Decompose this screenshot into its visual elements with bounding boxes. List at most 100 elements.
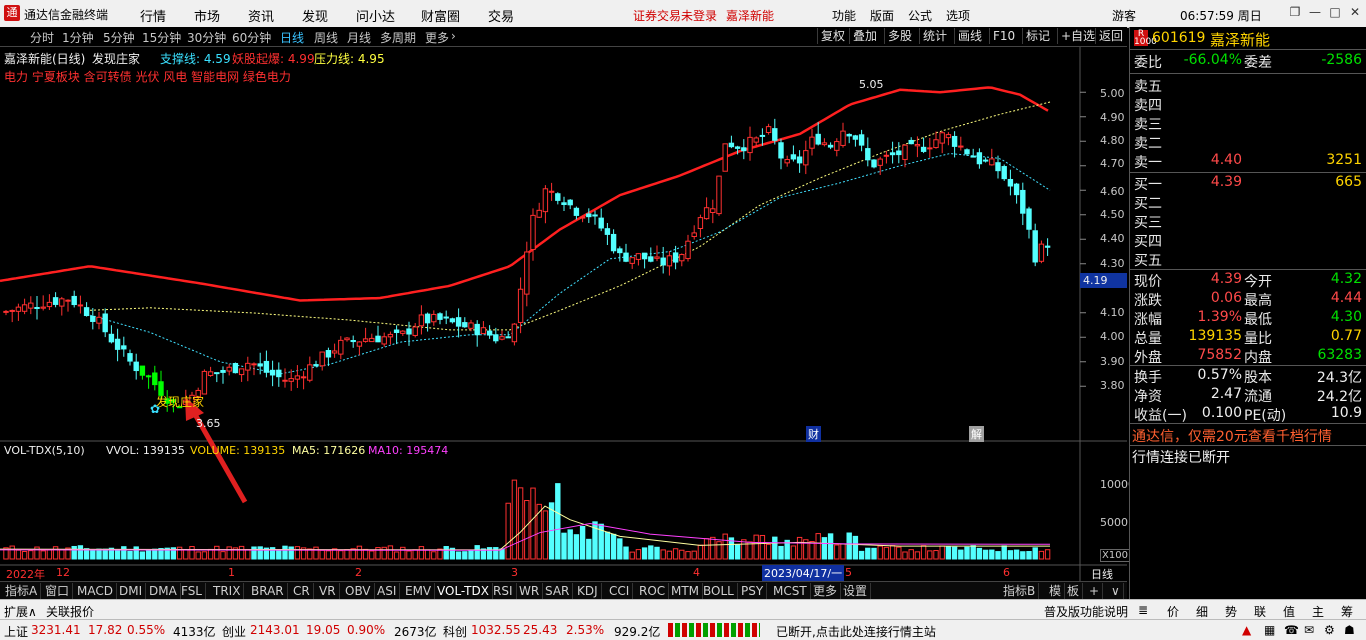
indicator-tab[interactable]: FSL xyxy=(178,583,206,599)
bid-level[interactable]: 买二 xyxy=(1134,193,1364,212)
indicator-name[interactable]: 发现庄家 xyxy=(92,50,140,67)
ask-level[interactable]: 卖二 xyxy=(1134,133,1364,152)
ask-level[interactable]: 卖四 xyxy=(1134,95,1364,114)
restore-icon[interactable]: ❐ xyxy=(1286,5,1304,21)
add-tab-icon[interactable]: + xyxy=(1086,583,1104,599)
finance-mark[interactable]: 财 xyxy=(806,426,821,442)
period-daily[interactable]: 日线 xyxy=(280,29,304,46)
indicator-tab[interactable]: EMV xyxy=(402,583,436,599)
maximize-icon[interactable]: □ xyxy=(1326,5,1344,21)
panel-switch-5[interactable]: 值 xyxy=(1283,603,1295,620)
indicator-tab[interactable]: ROC xyxy=(636,583,670,599)
menu-item-discover[interactable]: 发现 xyxy=(302,6,328,25)
indicator-tab[interactable]: DMA xyxy=(146,583,181,599)
menu-item-trade[interactable]: 交易 xyxy=(488,6,514,25)
indicator-tab[interactable]: DMI xyxy=(116,583,147,599)
menu-item-hq[interactable]: 行情 xyxy=(140,6,166,25)
indicator-tab[interactable]: WR xyxy=(516,583,544,599)
btn-add-watch[interactable]: +自选 xyxy=(1057,28,1098,44)
tab-menu-icon[interactable]: ∨ xyxy=(1108,583,1124,599)
indicator-tab[interactable]: 指标A xyxy=(2,583,42,599)
period-multi[interactable]: 多周期 xyxy=(380,29,416,46)
btn-back[interactable]: 返回 xyxy=(1095,28,1126,44)
vol-indicator-name[interactable]: VOL-TDX(5,10) xyxy=(4,444,85,457)
indicator-tab[interactable]: 更多 xyxy=(810,583,842,599)
minimize-icon[interactable]: — xyxy=(1306,5,1324,21)
indicator-tab[interactable]: BOLL xyxy=(700,583,738,599)
edition-help-link[interactable]: 普及版功能说明 xyxy=(1044,603,1128,620)
sh-index-label[interactable]: 上证 xyxy=(4,623,28,640)
indicator-tab[interactable]: MTM xyxy=(668,583,704,599)
alert-icon[interactable]: ▲ xyxy=(1242,623,1251,637)
indicator-tab-right[interactable]: 模 xyxy=(1046,583,1066,599)
panel-switch-4[interactable]: 联 xyxy=(1254,603,1266,620)
kc-index-label[interactable]: 科创 xyxy=(443,623,467,640)
menu-item-ask[interactable]: 问小达 xyxy=(356,6,395,25)
related-quotes-button[interactable]: 关联报价 xyxy=(46,603,94,620)
quote-stat-row[interactable]: 涨跌 0.06 最高 4.44 xyxy=(1134,290,1364,309)
ask-level[interactable]: 卖一 4.40 3251 xyxy=(1134,152,1364,171)
indicator-tab[interactable]: CR xyxy=(290,583,314,599)
unlock-mark[interactable]: 解 xyxy=(969,426,984,442)
fundamental-row[interactable]: 换手 0.57% 股本 24.3亿 xyxy=(1134,367,1364,386)
indicator-tab[interactable]: CCI xyxy=(606,583,634,599)
upgrade-ad[interactable]: 通达信，仅需20元查看千档行情 xyxy=(1132,426,1332,446)
grid-icon[interactable]: ▦ xyxy=(1264,623,1275,637)
indicator-tab[interactable]: ASI xyxy=(374,583,401,599)
bid-level[interactable]: 买三 xyxy=(1134,212,1364,231)
panel-switch-6[interactable]: 主 xyxy=(1312,603,1324,620)
menu-item-market[interactable]: 市场 xyxy=(194,6,220,25)
btn-multi-stock[interactable]: 多股 xyxy=(884,28,915,44)
panel-switch-0[interactable]: ≣ xyxy=(1138,603,1148,617)
indicator-tab[interactable]: OBV xyxy=(342,583,375,599)
concept-tags[interactable]: 电力 宁夏板块 含可转债 光伏 风电 智能电网 绿色电力 xyxy=(4,68,291,85)
indicator-tab[interactable]: 设置 xyxy=(840,583,872,599)
fundamental-row[interactable]: 收益(一) 0.100 PE(动) 10.9 xyxy=(1134,405,1364,424)
menu-item-options[interactable]: 选项 xyxy=(946,7,970,24)
indicator-tab[interactable]: VOL-TDX xyxy=(434,583,493,599)
period-60min[interactable]: 60分钟 xyxy=(232,29,271,46)
close-icon[interactable]: ✕ xyxy=(1346,5,1364,21)
expand-button[interactable]: 扩展∧ xyxy=(4,603,37,620)
period-more[interactable]: 更多 xyxy=(425,29,449,46)
menu-item-wealth[interactable]: 财富圈 xyxy=(421,6,460,25)
btn-overlay[interactable]: 叠加 xyxy=(849,28,880,44)
indicator-tab[interactable]: 窗口 xyxy=(42,583,74,599)
quote-stat-row[interactable]: 总量 139135 量比 0.77 xyxy=(1134,328,1364,347)
quote-stat-row[interactable]: 涨幅 1.39% 最低 4.30 xyxy=(1134,309,1364,328)
indicator-tab[interactable]: PSY xyxy=(738,583,768,599)
period-fenshi[interactable]: 分时 xyxy=(30,29,54,46)
ask-level[interactable]: 卖三 xyxy=(1134,114,1364,133)
bid-level[interactable]: 买四 xyxy=(1134,231,1364,250)
period-30min[interactable]: 30分钟 xyxy=(187,29,226,46)
indicator-tab[interactable]: MACD xyxy=(74,583,117,599)
cy-index-label[interactable]: 创业 xyxy=(222,623,246,640)
menu-item-news[interactable]: 资讯 xyxy=(248,6,274,25)
indicator-tab-right[interactable]: 指标B xyxy=(1000,583,1040,599)
quote-stat-row[interactable]: 现价 4.39 今开 4.32 xyxy=(1134,271,1364,290)
indicator-tab-right[interactable]: 板 xyxy=(1064,583,1084,599)
panel-switch-3[interactable]: 势 xyxy=(1225,603,1237,620)
menu-item-layout[interactable]: 版面 xyxy=(870,7,894,24)
indicator-tab[interactable]: BRAR xyxy=(248,583,288,599)
period-15min[interactable]: 15分钟 xyxy=(142,29,181,46)
settings-icon[interactable]: ⚙ xyxy=(1324,623,1335,637)
message-icon[interactable]: ✉ xyxy=(1304,623,1314,637)
period-1min[interactable]: 1分钟 xyxy=(62,29,94,46)
login-notice[interactable]: 证券交易未登录 xyxy=(633,7,717,24)
connect-notice[interactable]: 已断开,点击此处连接行情主站 xyxy=(776,623,936,640)
phone-icon[interactable]: ☎ xyxy=(1284,623,1299,637)
user-label[interactable]: 游客 xyxy=(1112,7,1136,24)
chevron-right-icon[interactable]: › xyxy=(451,29,456,43)
period-weekly[interactable]: 周线 xyxy=(314,29,338,46)
btn-f10[interactable]: F10 xyxy=(989,28,1018,44)
btn-stats[interactable]: 统计 xyxy=(919,28,950,44)
time-mode[interactable]: 日线 xyxy=(1091,566,1113,582)
btn-fuquan[interactable]: 复权 xyxy=(817,28,848,44)
bid-level[interactable]: 买一 4.39 665 xyxy=(1134,174,1364,193)
panel-switch-7[interactable]: 筹 xyxy=(1341,603,1353,620)
lock-icon[interactable]: ☗ xyxy=(1344,623,1355,637)
menu-item-formula[interactable]: 公式 xyxy=(908,7,932,24)
panel-switch-1[interactable]: 价 xyxy=(1167,603,1179,620)
period-5min[interactable]: 5分钟 xyxy=(103,29,135,46)
